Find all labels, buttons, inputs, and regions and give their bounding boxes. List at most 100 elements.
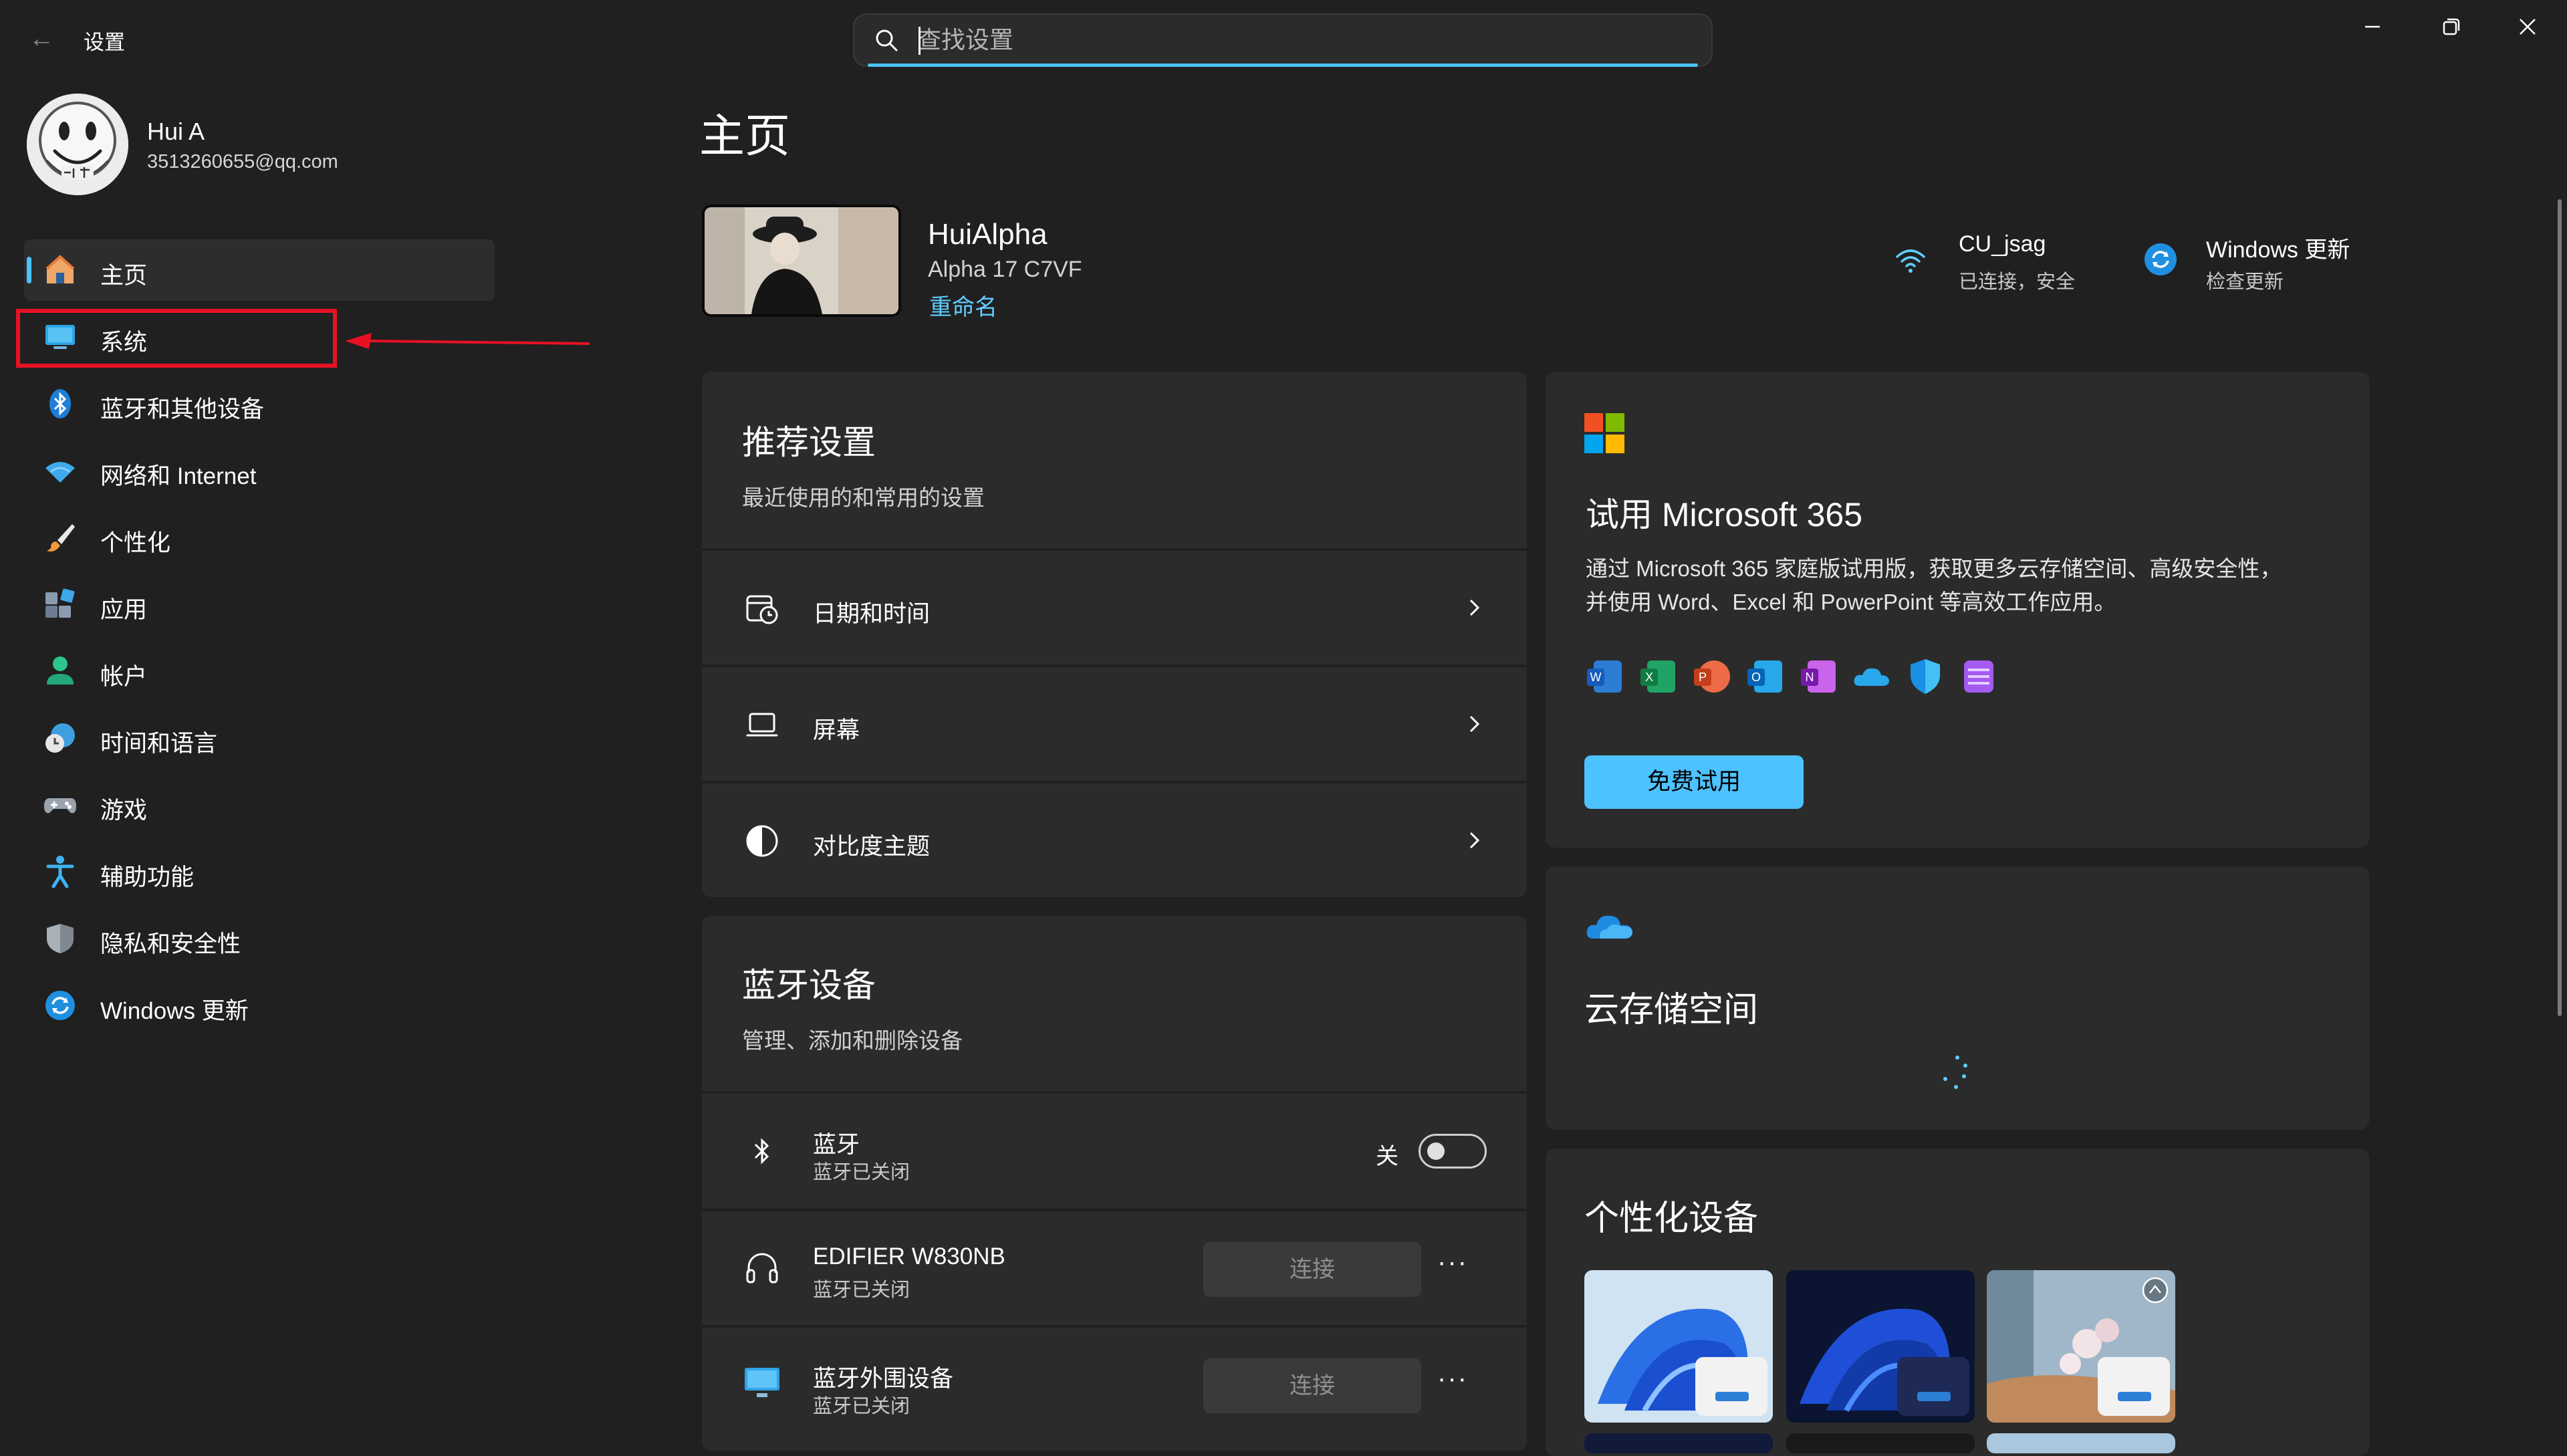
- headphones-icon: [746, 1253, 778, 1284]
- sidebar-item-label: 游戏: [100, 798, 148, 824]
- sidebar-item-privacy[interactable]: [24, 909, 495, 971]
- paintbrush-icon: [47, 524, 75, 552]
- row-label: 蓝牙外围设备: [813, 1366, 954, 1392]
- gamepad-icon: [44, 798, 76, 814]
- defender-icon: [1911, 659, 1940, 694]
- wifi-icon: [1896, 249, 1925, 273]
- sidebar-item-time-language[interactable]: [24, 709, 495, 770]
- sidebar-item-personalization[interactable]: [24, 508, 495, 570]
- avatar[interactable]: [27, 94, 128, 195]
- calendar-clock-icon: [746, 595, 778, 624]
- mini-window-preview: [1695, 1357, 1767, 1416]
- divider: [702, 1091, 1527, 1094]
- windows-update-icon: [45, 991, 75, 1020]
- theme-thumbnail-dark[interactable]: [1786, 1270, 1975, 1423]
- bluetooth-icon: [754, 1138, 769, 1165]
- sidebar-item-windows-update[interactable]: [24, 976, 495, 1038]
- onedrive-icon: [1854, 668, 1889, 686]
- network-status-title[interactable]: CU_jsag: [1959, 231, 2046, 257]
- row-label: 对比度主题: [813, 834, 931, 860]
- scrollbar[interactable]: [2558, 199, 2562, 1016]
- theme-thumbnail-spotlight[interactable]: [1987, 1270, 2175, 1423]
- divider: [702, 1325, 1527, 1328]
- free-trial-button[interactable]: 免费试用: [1584, 755, 1804, 809]
- chevron-right-icon: [1469, 832, 1480, 849]
- row-label: 日期和时间: [813, 601, 931, 627]
- bluetooth-toggle[interactable]: [1419, 1134, 1487, 1169]
- svg-text:X: X: [1645, 671, 1653, 684]
- apps-icon: [45, 588, 75, 618]
- search-focus-underline: [868, 64, 1698, 67]
- update-status-sub: 检查更新: [2206, 271, 2284, 293]
- card-title: 试用 Microsoft 365: [1586, 496, 1863, 533]
- word-icon: W: [1587, 660, 1622, 693]
- sidebar-item-label: 隐私和安全性: [100, 931, 241, 957]
- row-label: 蓝牙: [813, 1132, 860, 1158]
- sidebar-item-apps[interactable]: [24, 575, 495, 636]
- toggle-knob: [1427, 1142, 1445, 1160]
- onenote-icon: N: [1801, 660, 1836, 693]
- device-thumbnail[interactable]: [702, 205, 901, 317]
- svg-text:O: O: [1751, 671, 1761, 684]
- sidebar-item-gaming[interactable]: [24, 775, 495, 837]
- sidebar-item-label: 蓝牙和其他设备: [100, 396, 265, 422]
- laptop-screen-icon: [746, 713, 778, 737]
- connect-button[interactable]: 连接: [1203, 1358, 1421, 1413]
- more-options-button[interactable]: ···: [1437, 1247, 1468, 1278]
- sidebar-item-network[interactable]: [24, 441, 495, 503]
- wallpaper-image: [705, 207, 898, 314]
- toggle-state-label: 关: [1376, 1144, 1398, 1169]
- more-options-button[interactable]: ···: [1437, 1364, 1468, 1394]
- sidebar-item-label: 网络和 Internet: [100, 463, 257, 489]
- svg-text:P: P: [1699, 671, 1707, 684]
- clock-globe-icon: [45, 723, 75, 753]
- row-label: 屏幕: [813, 717, 860, 743]
- selection-indicator: [27, 257, 31, 283]
- description-line: 通过 Microsoft 365 家庭版试用版，获取更多云存储空间、高级安全性，: [1586, 556, 2282, 581]
- rename-link[interactable]: 重命名: [929, 289, 997, 322]
- card-description: 通过 Microsoft 365 家庭版试用版，获取更多云存储空间、高级安全性，…: [1586, 552, 2334, 619]
- minimize-icon[interactable]: [2336, 7, 2409, 47]
- sidebar-item-accessibility[interactable]: [24, 842, 495, 904]
- sidebar-item-label: 个性化: [100, 530, 171, 556]
- card-title: 推荐设置: [742, 424, 876, 461]
- sidebar-item-label: 主页: [100, 263, 148, 289]
- mini-window-preview: [1897, 1357, 1969, 1416]
- card-title: 蓝牙设备: [742, 967, 876, 1004]
- row-sublabel: 蓝牙已关闭: [813, 1280, 910, 1301]
- theme-thumbnail-4[interactable]: [1584, 1433, 1773, 1453]
- annotation-arrow: [345, 333, 590, 349]
- search-input[interactable]: [917, 21, 1653, 59]
- outlook-icon: O: [1747, 660, 1782, 693]
- svg-text:W: W: [1590, 671, 1602, 684]
- network-status-sub: 已连接，安全: [1959, 271, 2076, 293]
- bluetooth-icon: [49, 389, 71, 418]
- device-model: Alpha 17 C7VF: [928, 257, 1082, 282]
- sidebar-item-accounts[interactable]: [24, 642, 495, 703]
- wifi-icon: [45, 462, 75, 483]
- monitor-device-icon: [745, 1368, 779, 1397]
- row-sublabel: 蓝牙已关闭: [813, 1162, 910, 1183]
- connect-button[interactable]: 连接: [1203, 1242, 1421, 1297]
- restore-icon[interactable]: [2413, 7, 2487, 47]
- theme-thumbnail-6[interactable]: [1987, 1433, 2175, 1453]
- onedrive-icon: [1586, 915, 1632, 939]
- user-name: Hui A: [147, 118, 205, 145]
- theme-thumbnail-5[interactable]: [1786, 1433, 1975, 1453]
- close-icon[interactable]: [2491, 7, 2564, 47]
- sidebar-item-label: 应用: [100, 597, 148, 623]
- windows-update-icon: [2145, 243, 2177, 275]
- contrast-icon: [746, 825, 778, 857]
- text-caret: [919, 27, 921, 55]
- shield-icon: [47, 924, 74, 953]
- accessibility-icon: [46, 856, 74, 888]
- divider: [702, 1209, 1527, 1211]
- back-button[interactable]: ←: [27, 24, 56, 53]
- sidebar-item-home[interactable]: [24, 239, 495, 301]
- update-status-title[interactable]: Windows 更新: [2206, 231, 2350, 264]
- camera-shutter-icon: [2142, 1277, 2169, 1304]
- theme-thumbnail-light[interactable]: [1584, 1270, 1773, 1423]
- smiley-avatar-image: [27, 94, 128, 195]
- app-title: 设置: [84, 31, 125, 54]
- loading-spinner-icon: [1943, 1056, 1967, 1089]
